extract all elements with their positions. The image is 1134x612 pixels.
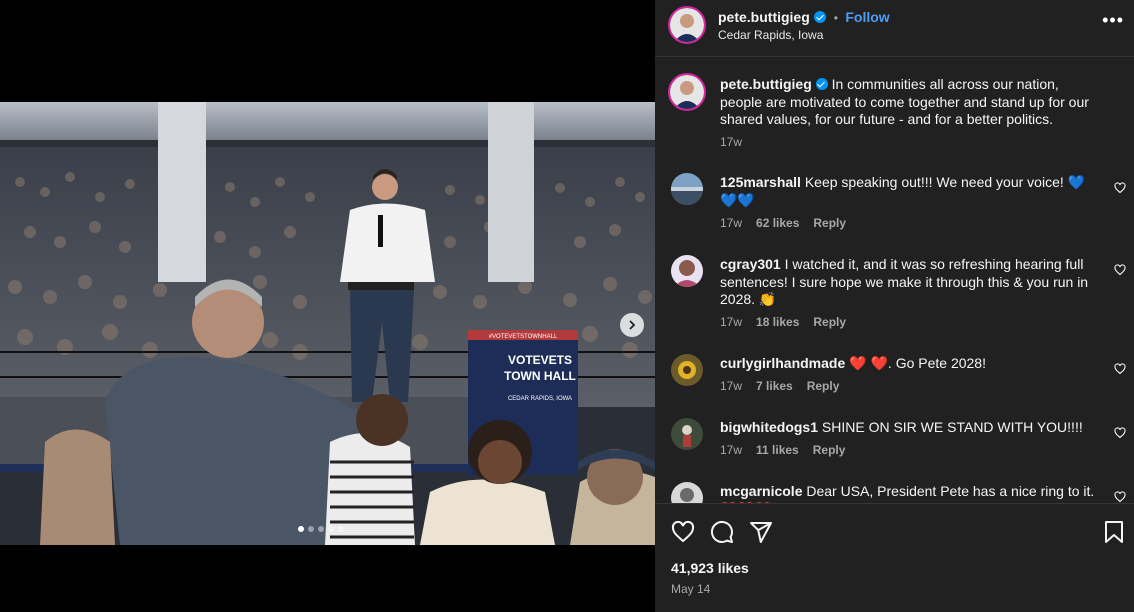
comment-item: 125marshall Keep speaking out!!! We need… <box>655 171 1134 241</box>
share-icon[interactable] <box>749 520 773 544</box>
comment-avatar[interactable] <box>671 482 703 503</box>
avatar-image <box>671 255 703 287</box>
comment-icon[interactable] <box>710 520 734 544</box>
carousel-dots <box>298 526 344 532</box>
caption-avatar[interactable] <box>668 73 706 111</box>
comment-text: curlygirlhandmade ❤️ ❤️. Go Pete 2028! <box>720 355 1100 373</box>
comment-username[interactable]: bigwhitedogs1 <box>720 419 818 435</box>
comment-meta: 17w 62 likes Reply <box>720 216 860 230</box>
post-panel: pete.buttigieg • Follow Cedar Rapids, Io… <box>655 0 1134 612</box>
comment-username[interactable]: curlygirlhandmade <box>720 355 845 371</box>
carousel-dot[interactable] <box>318 526 324 532</box>
svg-text:VOTEVETS: VOTEVETS <box>508 353 572 367</box>
post-actions: 41,923 likes May 14 <box>655 504 1134 612</box>
post-date[interactable]: May 14 <box>671 582 710 596</box>
author-line: pete.buttigieg • Follow <box>718 9 890 27</box>
comment-time[interactable]: 17w <box>720 379 742 393</box>
verified-badge-icon <box>814 11 827 23</box>
comment-time[interactable]: 17w <box>720 315 742 329</box>
reply-button[interactable]: Reply <box>813 315 846 329</box>
comment-text: 125marshall Keep speaking out!!! We need… <box>720 174 1100 209</box>
comment-avatar[interactable] <box>671 418 703 450</box>
comment-time[interactable]: 17w <box>720 216 742 230</box>
svg-text:#VOTEVETSTOWNHALL: #VOTEVETSTOWNHALL <box>489 334 558 340</box>
comment-avatar[interactable] <box>671 255 703 287</box>
svg-text:TOWN HALL: TOWN HALL <box>504 369 576 383</box>
bookmark-icon[interactable] <box>1103 520 1125 544</box>
comment-like-heart-icon[interactable] <box>1114 491 1126 503</box>
comment-avatar[interactable] <box>671 173 703 205</box>
comment-username[interactable]: 125marshall <box>720 174 801 190</box>
verified-badge-icon <box>815 78 828 90</box>
more-icon[interactable]: ••• <box>1102 10 1124 31</box>
svg-text:CEDAR RAPIDS, IOWA: CEDAR RAPIDS, IOWA <box>508 396 572 402</box>
comment-likes[interactable]: 7 likes <box>756 379 793 393</box>
carousel-dot[interactable] <box>298 526 304 532</box>
post-photo[interactable]: #VOTEVETSTOWNHALL VOTEVETS TOWN HALL CED… <box>0 102 655 545</box>
comment-like-heart-icon[interactable] <box>1114 427 1126 439</box>
avatar-image <box>671 173 703 205</box>
heart-icon[interactable] <box>671 520 695 544</box>
comment-text: cgray301 I watched it, and it was so ref… <box>720 256 1100 309</box>
comment-body: SHINE ON SIR WE STAND WITH YOU!!!! <box>821 419 1083 435</box>
caption-username[interactable]: pete.buttigieg <box>720 76 812 92</box>
comment-like-heart-icon[interactable] <box>1114 363 1126 375</box>
caption: pete.buttigieg In communities all across… <box>655 73 1134 153</box>
post-media: #VOTEVETSTOWNHALL VOTEVETS TOWN HALL CED… <box>0 0 655 612</box>
post-header: pete.buttigieg • Follow Cedar Rapids, Io… <box>655 0 1134 56</box>
comment-like-heart-icon[interactable] <box>1114 182 1126 194</box>
comment-likes[interactable]: 18 likes <box>756 315 799 329</box>
reply-button[interactable]: Reply <box>813 443 846 457</box>
comment-item: mcgarnicole Dear USA, President Pete has… <box>655 480 1134 503</box>
follow-button[interactable]: Follow <box>845 9 889 25</box>
comment-meta: 17w 18 likes Reply <box>720 315 860 329</box>
likes-count[interactable]: 41,923 likes <box>671 560 749 576</box>
comment-username[interactable]: cgray301 <box>720 256 781 272</box>
comments-list[interactable]: pete.buttigieg In communities all across… <box>655 57 1134 503</box>
comment-item: cgray301 I watched it, and it was so ref… <box>655 253 1134 333</box>
caption-text: pete.buttigieg In communities all across… <box>720 76 1100 129</box>
author-username[interactable]: pete.buttigieg <box>718 9 810 25</box>
separator-dot: • <box>833 11 838 25</box>
comment-username[interactable]: mcgarnicole <box>720 483 802 499</box>
avatar-image <box>671 354 703 386</box>
carousel-dot[interactable] <box>308 526 314 532</box>
comment-likes[interactable]: 11 likes <box>756 443 799 457</box>
avatar-image <box>671 482 703 503</box>
comment-text: mcgarnicole Dear USA, President Pete has… <box>720 483 1100 503</box>
reply-button[interactable]: Reply <box>813 216 846 230</box>
comment-item: bigwhitedogs1 SHINE ON SIR WE STAND WITH… <box>655 416 1134 466</box>
comment-text: bigwhitedogs1 SHINE ON SIR WE STAND WITH… <box>720 419 1100 437</box>
carousel-dot[interactable] <box>338 526 344 532</box>
post-location[interactable]: Cedar Rapids, Iowa <box>718 28 823 42</box>
comment-body: ❤️ ❤️. Go Pete 2028! <box>849 355 986 371</box>
author-avatar[interactable] <box>668 6 706 44</box>
comment-time[interactable]: 17w <box>720 443 742 457</box>
comment-meta: 17w 11 likes Reply <box>720 443 859 457</box>
comment-like-heart-icon[interactable] <box>1114 264 1126 276</box>
carousel-dot[interactable] <box>328 526 334 532</box>
carousel-next-button[interactable] <box>620 313 644 337</box>
caption-meta: 17w <box>720 135 756 149</box>
comment-avatar[interactable] <box>671 354 703 386</box>
caption-time[interactable]: 17w <box>720 135 742 149</box>
comment-item: curlygirlhandmade ❤️ ❤️. Go Pete 2028! 1… <box>655 352 1134 402</box>
avatar-image <box>671 418 703 450</box>
chevron-right-icon <box>629 320 636 330</box>
reply-button[interactable]: Reply <box>807 379 840 393</box>
comment-likes[interactable]: 62 likes <box>756 216 799 230</box>
author-photo <box>670 8 704 42</box>
comment-meta: 17w 7 likes Reply <box>720 379 853 393</box>
author-photo <box>670 75 704 109</box>
town-hall-photo: #VOTEVETSTOWNHALL VOTEVETS TOWN HALL CED… <box>0 102 655 545</box>
